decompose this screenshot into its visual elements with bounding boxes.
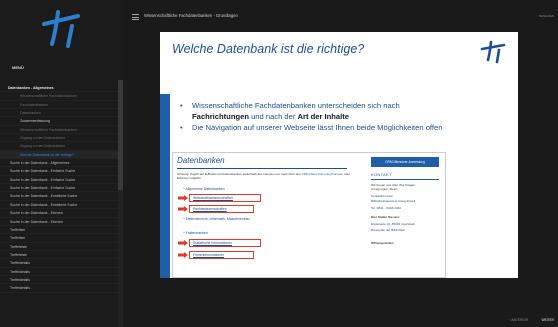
sidebar-item[interactable]: Treffeliste — [0, 226, 118, 235]
sidebar-item[interactable]: Wissenschaftliche Fachdatenbanken — [0, 126, 118, 135]
sidebar-item[interactable]: Treffeldetails — [0, 268, 118, 276]
sidebar-item[interactable]: Wissenschaftliche Fachdatenbanken — [0, 92, 118, 101]
kontakt-line-2: Anregungen, Ideen — [371, 187, 398, 192]
bullet-1: Wissenschaftliche Fachdatenbanken unters… — [180, 100, 510, 122]
sidebar-item[interactable]: Treffeldetails — [0, 284, 118, 293]
sidebar-item[interactable]: Treffeleiste — [0, 251, 118, 260]
bullet-1-bold-2: Art der Inhalte — [297, 112, 350, 121]
opac-button: OPAC/Benutzer-Anmeldung — [371, 157, 439, 167]
sidebar-item[interactable]: Suche in der Datenbank - Ebenen — [0, 218, 118, 226]
location-heading: Hier finden Sie uns: — [371, 215, 401, 220]
brand-logo — [0, 0, 124, 60]
red-arrow-icon — [178, 206, 188, 212]
sidebar-item[interactable]: Suche in der Datenbank - Einfache Suche — [0, 176, 118, 185]
kontakt-rule — [371, 179, 439, 180]
highlight-firmen: Firmeninformationen — [189, 251, 254, 259]
slide-title: Welche Datenbank ist die richtige? — [172, 42, 365, 56]
highlight-statistik: Statistische Informationen — [189, 239, 261, 247]
sidebar-item[interactable]: Suche in der Datenbank - Erweiterte Such… — [0, 201, 118, 210]
sidebar-item[interactable]: Zugang zu den Datenbanken — [0, 142, 118, 151]
sidebar-item[interactable]: Zugang zu den Datenbanken — [0, 134, 118, 143]
slide-accent-bar — [160, 94, 170, 278]
next-button[interactable]: WEITER — [542, 318, 554, 322]
bullet-1-bold-1: Fachrichtungen — [192, 112, 249, 121]
sidebar: MENÜ Datenbanken - Allgemeines Wissenscha… — [0, 0, 124, 327]
slide: Welche Datenbank ist die richtige? Wisse… — [160, 32, 518, 278]
sidebar-item[interactable]: Zusammenfassung — [0, 117, 118, 126]
red-arrow-icon — [178, 252, 188, 258]
sidebar-item[interactable]: Suche in der Datenbank - Einfache Suche — [0, 167, 118, 176]
bullet-2-text: Die Navigation auf unserer Webseite läss… — [192, 123, 443, 132]
website-screenshot: Datenbanken Achtung: Zugriff auf E-Books… — [172, 152, 446, 278]
sidebar-item[interactable]: Datenbanken - Allgemeines — [0, 84, 118, 93]
scroll-thumb[interactable] — [118, 80, 123, 190]
slide-logo-icon — [480, 40, 506, 64]
sidebar-item[interactable]: Suche in der Datenbank - Erweiterte Such… — [0, 192, 118, 201]
sidebar-item[interactable]: Treffeliste — [0, 234, 118, 243]
kontakt-link-2: Bibliotheksausweis Anleg Erstell — [371, 198, 416, 203]
sidebar-item[interactable]: Welche Datenbank ist die richtige? — [0, 150, 118, 160]
sidebar-scrollbar[interactable] — [118, 80, 123, 327]
menu-heading: MENÜ — [12, 65, 24, 70]
inner-title: Datenbanken — [177, 156, 225, 165]
highlight-wirtschaft: Wirtschaftswissenschaften — [189, 194, 261, 202]
highlight-recht: Rechtswissenschaften — [189, 205, 254, 213]
access-note: Achtung: Zugriff auf E-Books und Datenba… — [177, 172, 352, 180]
sidebar-item[interactable]: Suche in der Datenbank - Allgemeines — [0, 159, 118, 168]
top-bar: Wissenschaftliche Fachdatenbanken - Grun… — [124, 0, 558, 32]
hamburger-icon[interactable] — [132, 14, 139, 20]
opening-hours-heading: Öffnungszeiten — [371, 240, 394, 245]
sidebar-item[interactable]: Datenbanken — [0, 109, 118, 118]
prev-button[interactable]: ‹ ANTERIOR — [510, 318, 528, 322]
kontakt-phone: Tel. 0841 - 9348-2340 — [371, 205, 402, 210]
contact-panel: OPAC/Benutzer-Anmeldung KONTAKT Wir freu… — [367, 157, 443, 275]
location-plan: Raumplan der Bibliothek — [371, 228, 405, 233]
bullet-1-mid: und nach der — [248, 112, 298, 121]
red-arrow-icon — [178, 240, 188, 246]
slide-bullets: Wissenschaftliche Fachdatenbanken unters… — [180, 100, 510, 133]
resume-link[interactable]: RESUMEN — [539, 14, 554, 18]
vpn-link: VPN-Client Cisco AnyConnect — [301, 172, 344, 176]
accordion-allgemeine: Allgemeine Datenbanken — [183, 187, 224, 191]
red-arrow-icon — [178, 195, 188, 201]
sidebar-item[interactable]: Treffeldetails — [0, 259, 118, 268]
nav-list: Datenbanken - Allgemeines Wissenschaftlic… — [0, 84, 118, 293]
bottom-bar: ‹ ANTERIOR WEITER — [124, 310, 558, 327]
sidebar-item[interactable]: Fachdatenbanken — [0, 101, 118, 110]
breadcrumb: Wissenschaftliche Fachdatenbanken - Grun… — [144, 13, 238, 18]
accordion-elektrotechnik: Elektrotechnik, Informatik, Maschinenbau — [183, 217, 250, 221]
bullet-2: Die Navigation auf unserer Webseite läss… — [180, 122, 510, 133]
sidebar-item[interactable]: Treffeldetails — [0, 276, 118, 285]
inner-title-rule — [177, 168, 347, 169]
kontakt-heading: KONTAKT — [371, 172, 392, 177]
sidebar-item[interactable]: Suche in der Datenbank - Ebenen — [0, 209, 118, 218]
bullet-1-text: Wissenschaftliche Fachdatenbanken unters… — [192, 101, 400, 110]
location-address: Esplanade 10, 85049 Ingolstadt — [371, 222, 415, 227]
accordion-fakten: Faktenbanken — [183, 231, 208, 235]
sidebar-item[interactable]: Treffeleiste — [0, 243, 118, 251]
player-window: MENÜ Datenbanken - Allgemeines Wissenscha… — [0, 0, 558, 327]
sidebar-item[interactable]: Suche in der Datenbank - Einfache Suche — [0, 184, 118, 193]
